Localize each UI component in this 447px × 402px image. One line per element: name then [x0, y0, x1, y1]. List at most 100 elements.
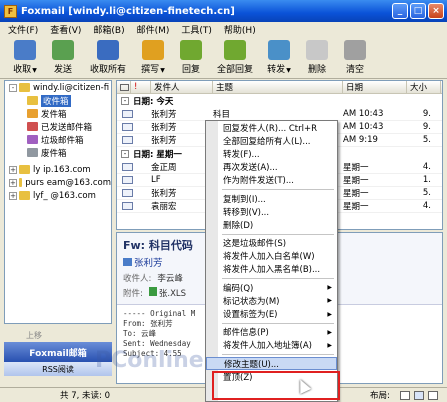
layout-option-3-icon[interactable]	[428, 390, 438, 400]
column-header-subject[interactable]: 主题	[213, 81, 343, 93]
toolbar: 收取▼ 发送 收取所有 撰写▼ 回复 全部回复 转发▼ 删除 清空	[0, 37, 447, 79]
context-menu-item[interactable]: 邮件信息(P) ▶	[206, 326, 337, 339]
context-menu-item[interactable]: 将发件人加入地址簿(A) ▶	[206, 339, 337, 352]
folder-label: 废件箱	[41, 148, 67, 159]
menu-item-0[interactable]: 文件(F)	[8, 23, 38, 36]
folder-item[interactable]: - windy.li@citizen-fi	[5, 81, 111, 94]
context-menu-item[interactable]: 转发(F)...	[206, 147, 337, 160]
context-menu-item[interactable]: 这是垃圾邮件(S)	[206, 237, 337, 250]
date-cell: 星期一	[343, 176, 369, 186]
menu-item-label: 邮件信息(P)	[223, 328, 269, 339]
toolbar-button-compose[interactable]: 撰写▼	[134, 37, 172, 79]
folder-label: 已发送邮件箱	[41, 122, 93, 133]
folder-item[interactable]: + lyf_ @163.com	[5, 189, 111, 202]
context-menu-item[interactable]: 设置标签为(E) ▶	[206, 307, 337, 320]
folder-item[interactable]: 废件箱	[5, 146, 111, 159]
column-header-from[interactable]: 发件人	[151, 81, 213, 93]
envelope-col-header[interactable]	[117, 81, 131, 93]
dropdown-arrow-icon[interactable]: ▼	[32, 67, 37, 74]
column-header-date[interactable]: 日期	[343, 81, 407, 93]
expand-toggle-icon[interactable]: +	[9, 165, 17, 174]
dropdown-arrow-icon[interactable]: ▼	[160, 67, 165, 74]
menu-item-label: 回复发件人(R)... Ctrl+R	[223, 123, 317, 134]
expand-toggle-icon[interactable]: -	[9, 83, 17, 92]
menu-item-label: 修改主题(U)...	[224, 359, 279, 370]
toolbar-button-receive[interactable]: 收取▼	[6, 37, 44, 79]
menu-item-label: 将发件人加入黑名单(B)...	[223, 265, 321, 276]
toolbar-button-send[interactable]: 发送	[44, 37, 82, 79]
toolbar-button-reply-all[interactable]: 全部回复	[210, 37, 260, 79]
menu-item-label: 全部回复给所有人(L)...	[223, 136, 311, 147]
menu-item-1[interactable]: 查看(V)	[50, 23, 81, 36]
column-header-size[interactable]: 大小	[407, 81, 441, 93]
envelope-icon	[121, 110, 133, 118]
folder-tree[interactable]: - windy.li@citizen-fi 收件箱 发件箱已发送邮件箱 垃圾邮件箱废件箱…	[4, 80, 112, 324]
submenu-arrow-icon: ▶	[327, 297, 332, 305]
toolbar-button-delete[interactable]: 删除	[298, 37, 336, 79]
sender-cell: LF	[151, 175, 161, 185]
toolbar-button-forward[interactable]: 转发▼	[260, 37, 298, 79]
folder-label: 垃圾邮件箱	[41, 135, 84, 146]
delete-icon	[306, 40, 328, 60]
toolbar-button-receive-all[interactable]: 收取所有	[82, 37, 134, 79]
context-menu-item[interactable]: 编码(Q) ▶	[206, 281, 337, 294]
context-menu-item[interactable]: 再次发送(A)...	[206, 161, 337, 174]
folder-item[interactable]: 已发送邮件箱	[5, 120, 111, 133]
folder-item[interactable]: 垃圾邮件箱	[5, 133, 111, 146]
highlight-box	[212, 371, 340, 400]
envelope-cell	[117, 176, 137, 184]
context-menu-item[interactable]: 作为附件发送(T)...	[206, 174, 337, 187]
menu-item-3[interactable]: 邮件(M)	[137, 23, 170, 36]
maximize-button[interactable]: □	[410, 3, 426, 19]
context-menu-item[interactable]: 转移到(V)...	[206, 205, 337, 218]
toolbar-button-empty-trash[interactable]: 清空	[336, 37, 374, 79]
close-button[interactable]: ×	[428, 3, 444, 19]
context-menu-item[interactable]: 标记状态为(M) ▶	[206, 294, 337, 307]
date-group-header[interactable]: - 日期: 今天	[117, 94, 442, 108]
folder-item[interactable]: 收件箱	[5, 94, 111, 107]
layout-option-2-icon[interactable]	[414, 390, 424, 400]
flag-col-header[interactable]: !	[131, 81, 151, 93]
receive-all-icon	[97, 40, 119, 60]
folder-item[interactable]: + ly ip.163.com	[5, 163, 111, 176]
toolbar-label: 发送	[53, 65, 72, 75]
context-menu-item[interactable]: 将发件人加入黑名单(B)...	[206, 263, 337, 276]
collapse-group-icon[interactable]: -	[121, 97, 129, 105]
menu-item-label: 复制到(I)...	[223, 194, 266, 205]
menu-item-label: 将发件人加入白名单(W)	[223, 252, 315, 263]
folder-label: purs eam@163.com	[25, 177, 111, 188]
subject-cell: 科目	[213, 110, 231, 120]
menu-item-2[interactable]: 邮箱(B)	[93, 23, 124, 36]
menu-item-4[interactable]: 工具(T)	[181, 23, 212, 36]
move-up-button[interactable]: 上移	[4, 330, 112, 342]
context-menu-item[interactable]: 删除(D)	[206, 218, 337, 231]
context-menu-item[interactable]: 复制到(I)...	[206, 192, 337, 205]
context-menu-item[interactable]: 全部回复给所有人(L)...	[206, 134, 337, 147]
envelope-icon	[121, 136, 133, 144]
layout-option-1-icon[interactable]	[400, 390, 410, 400]
expand-toggle-icon[interactable]: +	[9, 191, 17, 200]
expand-toggle-icon[interactable]: +	[9, 178, 17, 187]
menu-item-5[interactable]: 帮助(H)	[224, 23, 256, 36]
context-menu-item[interactable]: 将发件人加入白名单(W)	[206, 250, 337, 263]
folder-label: windy.li@citizen-fi	[33, 82, 110, 93]
minimize-button[interactable]: _	[392, 3, 408, 19]
submenu-arrow-icon: ▶	[327, 328, 332, 336]
context-menu: 回复发件人(R)... Ctrl+R 全部回复给所有人(L)... 转发(F)...…	[205, 120, 338, 402]
send-icon	[52, 40, 74, 60]
dropdown-arrow-icon[interactable]: ▼	[286, 67, 291, 74]
excel-file-icon	[148, 287, 157, 296]
toolbar-label: 收取所有	[89, 65, 126, 75]
context-menu-item[interactable]: 回复发件人(R)... Ctrl+R	[206, 121, 337, 134]
context-menu-item[interactable]: 修改主题(U)...	[206, 357, 337, 371]
size-cell: 4.	[422, 162, 431, 172]
reply-icon	[180, 40, 202, 60]
folder-item[interactable]: 发件箱	[5, 107, 111, 120]
recipient-name[interactable]: 李云峰	[157, 274, 183, 284]
menu-bar: 文件(F) 查看(V) 邮箱(B) 邮件(M) 工具(T) 帮助(H)	[0, 22, 447, 37]
attachment-link[interactable]: 张.XLS	[159, 289, 186, 299]
sender-cell: 金正周	[151, 163, 177, 173]
folder-item[interactable]: + purs eam@163.com	[5, 176, 111, 189]
collapse-group-icon[interactable]: -	[121, 150, 129, 158]
toolbar-button-reply[interactable]: 回复	[172, 37, 210, 79]
